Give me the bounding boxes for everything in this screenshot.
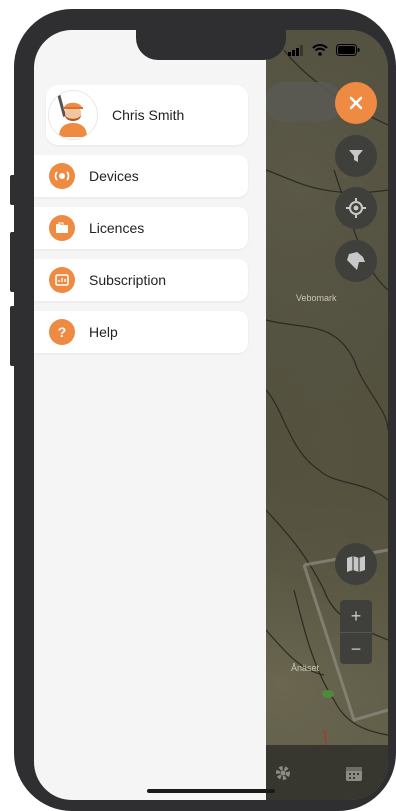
filter-button[interactable] [335, 135, 377, 177]
phone-screen: Vebomark Ånäset + − Chris Smith Devices … [34, 30, 388, 800]
signal-icon [288, 44, 303, 56]
close-menu-button[interactable] [335, 82, 377, 124]
map-search-pill[interactable] [264, 82, 342, 122]
menu-item-licences[interactable]: Licences [34, 207, 248, 249]
folder-icon [49, 215, 75, 241]
menu-item-devices[interactable]: Devices [34, 155, 248, 197]
battery-icon [336, 44, 360, 56]
help-icon: ? [49, 319, 75, 345]
zoom-out-button[interactable]: − [340, 632, 372, 665]
phone-notch [136, 30, 286, 60]
menu-item-label: Help [89, 324, 118, 340]
avatar [48, 90, 98, 140]
menu-item-subscription[interactable]: Subscription [34, 259, 248, 301]
profile-name: Chris Smith [112, 107, 185, 123]
profile-card[interactable]: Chris Smith [46, 85, 248, 145]
dog-icon [347, 252, 365, 270]
hunter-avatar-icon [57, 94, 87, 137]
map-layers-button[interactable] [335, 543, 377, 585]
filter-icon [349, 150, 363, 162]
menu-item-help[interactable]: ? Help [34, 311, 248, 353]
wifi-icon [312, 44, 328, 56]
home-indicator[interactable] [147, 789, 275, 793]
map-label-anaset: Ånäset [291, 663, 320, 673]
locate-button[interactable] [335, 187, 377, 229]
side-drawer: Chris Smith Devices Licences Subscriptio… [34, 30, 266, 800]
subscription-icon [49, 267, 75, 293]
dog-tracking-button[interactable] [335, 240, 377, 282]
phone-silent-switch [10, 175, 16, 205]
map-layers-icon [347, 556, 365, 572]
menu-item-label: Subscription [89, 272, 167, 288]
map-label-vebomark: Vebomark [296, 293, 337, 303]
menu-item-label: Licences [89, 220, 145, 236]
calendar-icon[interactable] [345, 764, 363, 782]
close-icon [349, 96, 363, 110]
status-bar [288, 44, 360, 56]
settings-icon[interactable] [274, 764, 292, 782]
phone-volume-up [10, 232, 16, 292]
locate-icon [346, 198, 366, 218]
zoom-control: + − [340, 600, 372, 664]
zoom-in-button[interactable]: + [340, 600, 372, 632]
device-icon [49, 163, 75, 189]
menu-item-label: Devices [89, 168, 139, 184]
phone-volume-down [10, 306, 16, 366]
